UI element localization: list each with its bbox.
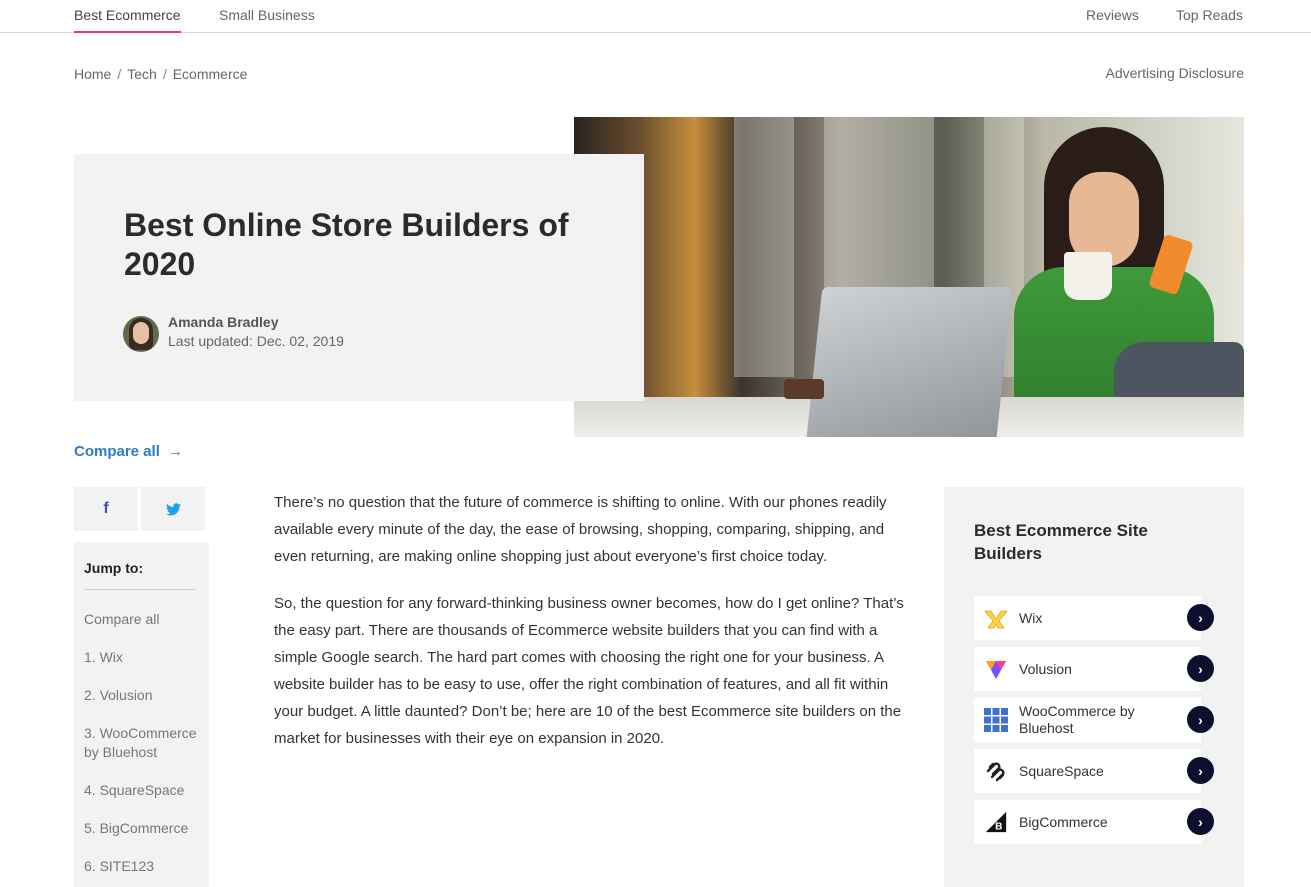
- builder-item-volusion[interactable]: Volusion ›: [974, 647, 1214, 691]
- chevron-right-icon[interactable]: ›: [1187, 706, 1214, 733]
- jump-to-item[interactable]: 4. SquareSpace: [84, 781, 202, 800]
- best-builders-sidebar: Best Ecommerce Site Builders Wix › Volus…: [944, 487, 1244, 887]
- squarespace-logo-icon: [984, 759, 1008, 783]
- top-nav: Best Ecommerce Small Business Reviews To…: [0, 0, 1311, 33]
- facebook-share-button[interactable]: f: [74, 487, 138, 531]
- nav-reviews[interactable]: Reviews: [1086, 0, 1139, 33]
- builder-item-woocommerce[interactable]: WooCommerce by Bluehost ›: [974, 698, 1214, 742]
- jump-to-panel: Jump to: Compare all 1. Wix 2. Volusion …: [74, 542, 209, 887]
- breadcrumb: Home / Tech / Ecommerce: [74, 66, 247, 82]
- jump-to-title: Jump to:: [84, 560, 144, 576]
- builder-item-squarespace[interactable]: SquareSpace ›: [974, 749, 1214, 793]
- jump-to-item[interactable]: 2. Volusion: [84, 686, 202, 705]
- last-updated: Last updated: Dec. 02, 2019: [168, 333, 344, 349]
- builder-item-bigcommerce[interactable]: B BigCommerce ›: [974, 800, 1214, 844]
- chevron-right-icon[interactable]: ›: [1187, 808, 1214, 835]
- bigcommerce-logo-icon: B: [984, 810, 1008, 834]
- builder-name: Wix: [1019, 609, 1043, 626]
- author-name[interactable]: Amanda Bradley: [168, 314, 278, 330]
- article-paragraph: So, the question for any forward-thinkin…: [274, 595, 904, 747]
- avatar-face: [133, 322, 149, 344]
- window-pane: [734, 117, 794, 377]
- chevron-right-icon[interactable]: ›: [1187, 655, 1214, 682]
- facebook-icon: f: [103, 500, 109, 517]
- breadcrumb-ecommerce[interactable]: Ecommerce: [173, 66, 248, 82]
- breadcrumb-tech[interactable]: Tech: [127, 66, 157, 82]
- sidebar-title: Best Ecommerce Site Builders: [974, 521, 1148, 563]
- hero-card: Best Online Store Builders of 2020 Amand…: [74, 154, 644, 401]
- article-paragraph: There’s no question that the future of c…: [274, 494, 887, 565]
- compare-all-label: Compare all: [74, 443, 160, 460]
- advertising-disclosure-link[interactable]: Advertising Disclosure: [1106, 65, 1245, 81]
- jump-to-item[interactable]: 6. SITE123: [84, 857, 202, 876]
- chevron-right-icon[interactable]: ›: [1187, 757, 1214, 784]
- jump-to-item[interactable]: 1. Wix: [84, 648, 202, 667]
- wix-logo-icon: [984, 606, 1008, 630]
- svg-text:B: B: [995, 821, 1002, 832]
- breadcrumb-separator: /: [162, 66, 167, 82]
- nav-small-business[interactable]: Small Business: [219, 0, 315, 33]
- twitter-icon: [165, 502, 181, 515]
- bluehost-logo-icon: [984, 708, 1008, 732]
- jump-to-item[interactable]: 3. WooCommerce by Bluehost: [84, 724, 202, 762]
- jump-to-item[interactable]: Compare all: [84, 610, 202, 629]
- arrow-right-icon: →: [168, 443, 184, 460]
- builder-item-wix[interactable]: Wix ›: [974, 596, 1214, 640]
- author-avatar[interactable]: [123, 316, 159, 352]
- breadcrumb-home[interactable]: Home: [74, 66, 111, 82]
- jump-to-item[interactable]: 5. BigCommerce: [84, 819, 202, 838]
- builder-name: WooCommerce by Bluehost: [1019, 703, 1135, 736]
- divider: [84, 589, 196, 590]
- breadcrumb-separator: /: [117, 66, 122, 82]
- nav-best-ecommerce[interactable]: Best Ecommerce: [74, 0, 181, 33]
- builder-name: BigCommerce: [1019, 813, 1108, 830]
- volusion-logo-icon: [984, 657, 1008, 681]
- compare-all-link[interactable]: Compare all →: [74, 443, 183, 460]
- twitter-share-button[interactable]: [141, 487, 205, 531]
- hero-image: [574, 117, 1244, 437]
- coffee-cup: [1064, 252, 1112, 300]
- cake-slice: [784, 379, 824, 399]
- page-title: Best Online Store Builders of 2020: [124, 207, 569, 282]
- article-body: There’s no question that the future of c…: [274, 489, 914, 772]
- nav-top-reads[interactable]: Top Reads: [1176, 0, 1243, 33]
- builder-name: SquareSpace: [1019, 762, 1104, 779]
- laptop: [805, 287, 1013, 437]
- builder-name: Volusion: [1019, 660, 1072, 677]
- chevron-right-icon[interactable]: ›: [1187, 604, 1214, 631]
